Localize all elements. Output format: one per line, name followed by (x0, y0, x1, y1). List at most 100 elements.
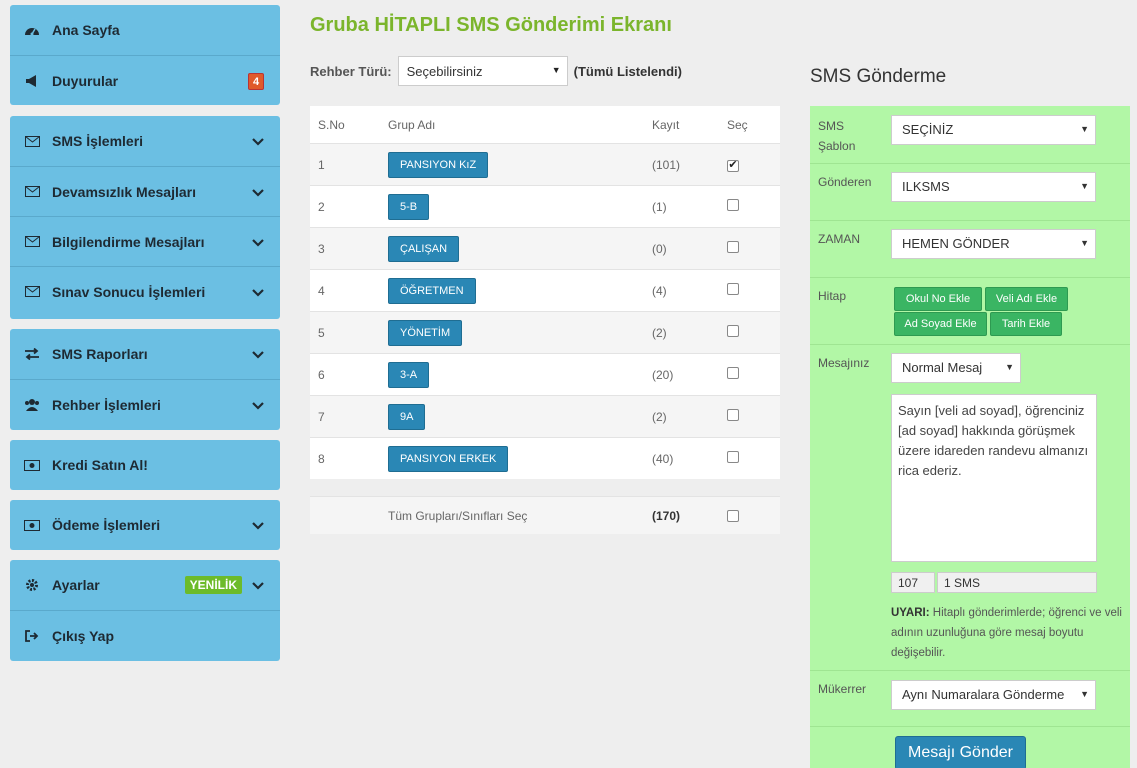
chevron-down-icon (252, 284, 264, 300)
sidebar-item-label: Ana Sayfa (52, 22, 120, 38)
sidebar-item-home[interactable]: Ana Sayfa (10, 5, 280, 55)
sms-panel: SMS Şablon SEÇİNİZ ▼ Gönderen ILKSMS ▼ Z… (810, 106, 1130, 768)
sidebar-item-exam[interactable]: Sınav Sonucu İşlemleri (10, 266, 280, 316)
chevron-down-icon (252, 397, 264, 413)
sms-panel-title: SMS Gönderme (810, 66, 947, 87)
sidebar-item-sms-ops[interactable]: SMS İşlemleri (10, 116, 280, 166)
sidebar-item-label: Rehber İşlemleri (52, 396, 161, 413)
sidebar-group-settings: Ayarlar YENİLİK Çıkış Yap (10, 560, 280, 661)
row-checkbox[interactable] (727, 241, 739, 253)
dropdown-arrow-icon: ▼ (1080, 238, 1089, 248)
chevron-down-icon (252, 577, 264, 593)
time-label: ZAMAN (818, 232, 860, 246)
chevron-down-icon (252, 346, 264, 362)
row-no: 1 (318, 157, 325, 172)
new-badge: YENİLİK (184, 576, 242, 594)
sidebar-item-credit[interactable]: Kredi Satın Al! (10, 440, 280, 490)
add-parent-name-button[interactable]: Veli Adı Ekle (985, 287, 1068, 311)
chevron-down-icon (252, 133, 264, 149)
sidebar-group-payment: Ödeme İşlemleri (10, 500, 280, 550)
row-checkbox[interactable] (727, 325, 739, 337)
total-count: (170) (652, 509, 681, 523)
message-textarea[interactable]: Sayın [veli ad soyad], öğrenciniz [ad so… (891, 394, 1097, 562)
exchange-icon (24, 347, 40, 361)
sidebar-item-label: Bilgilendirme Mesajları (52, 233, 205, 250)
table-header: S.No Grup Adı Kayıt Seç (310, 106, 780, 143)
table-row: 4 ÖĞRETMEN (4) (310, 269, 780, 311)
sidebar-item-label: Çıkış Yap (52, 627, 115, 644)
users-icon (24, 398, 40, 412)
group-button[interactable]: ÇALIŞAN (388, 235, 460, 262)
header-select: Seç (727, 117, 748, 132)
send-message-button[interactable]: Mesajı Gönder (895, 736, 1026, 768)
row-no: 4 (318, 283, 325, 298)
group-button[interactable]: PANSIYON ERKEK (388, 445, 509, 472)
sidebar-group-reports: SMS Raporları Rehber İşlemleri (10, 329, 280, 430)
group-button[interactable]: 3-A (388, 361, 430, 388)
sidebar-item-announcements[interactable]: Duyurular 4 (10, 55, 280, 105)
repeat-select[interactable]: Aynı Numaralara Gönderme ▼ (891, 680, 1096, 710)
megaphone-icon (24, 74, 40, 88)
sidebar-item-reports[interactable]: SMS Raporları (10, 329, 280, 379)
sender-select[interactable]: ILKSMS ▼ (891, 172, 1096, 202)
group-button[interactable]: ÖĞRETMEN (388, 277, 476, 304)
add-name-surname-button[interactable]: Ad Soyad Ekle (894, 312, 987, 336)
sender-label: Gönderen (818, 175, 872, 189)
sidebar-item-info[interactable]: Bilgilendirme Mesajları (10, 216, 280, 266)
row-checkbox[interactable] (727, 199, 739, 211)
row-count: (40) (652, 451, 674, 466)
sidebar-item-label: Ödeme İşlemleri (52, 517, 161, 533)
header-group-name: Grup Adı (388, 117, 436, 132)
row-count: (101) (652, 157, 681, 172)
sidebar-item-settings[interactable]: Ayarlar YENİLİK (10, 560, 280, 610)
dashboard-icon (24, 23, 40, 37)
sidebar-item-label: Kredi Satın Al! (52, 457, 148, 473)
header-count: Kayıt (652, 117, 680, 132)
gear-icon (24, 578, 40, 592)
hitap-label: Hitap (818, 289, 847, 303)
group-button[interactable]: 5-B (388, 193, 430, 220)
add-date-button[interactable]: Tarih Ekle (990, 312, 1062, 336)
page-title: Gruba HİTAPLI SMS Gönderimi Ekranı (310, 14, 672, 36)
envelope-icon (24, 134, 40, 148)
row-checkbox[interactable] (727, 367, 739, 379)
row-no: 6 (318, 367, 325, 382)
row-checkbox[interactable] (727, 451, 739, 463)
sidebar-item-absence[interactable]: Devamsızlık Mesajları (10, 166, 280, 216)
dropdown-arrow-icon: ▼ (551, 65, 561, 75)
row-no: 7 (318, 409, 325, 424)
chevron-down-icon (252, 184, 264, 200)
add-school-no-button[interactable]: Okul No Ekle (894, 287, 982, 311)
table-row: 3 ÇALIŞAN (0) (310, 227, 780, 269)
rehber-list-note: (Tümü Listelendi) (573, 63, 682, 79)
chevron-down-icon (252, 234, 264, 250)
sms-count: 1 SMS (937, 572, 1097, 593)
header-no: S.No (318, 117, 345, 132)
money-icon (24, 518, 40, 532)
group-table: S.No Grup Adı Kayıt Seç 1 PANSIYON KıZ (… (310, 106, 780, 479)
money-icon (24, 458, 40, 472)
select-all-checkbox[interactable] (727, 510, 739, 522)
row-checkbox[interactable] (727, 283, 739, 295)
sidebar-item-contacts[interactable]: Rehber İşlemleri (10, 379, 280, 429)
row-count: (4) (652, 283, 667, 298)
row-count: (0) (652, 241, 667, 256)
message-type-select[interactable]: Normal Mesaj ▼ (891, 353, 1021, 383)
sidebar-item-logout[interactable]: Çıkış Yap (10, 610, 280, 660)
sidebar-item-label: Ayarlar (52, 577, 100, 593)
row-checkbox[interactable] (727, 409, 739, 421)
template-select[interactable]: SEÇİNİZ ▼ (891, 115, 1096, 145)
sidebar-item-label: Duyurular (52, 72, 119, 89)
row-count: (2) (652, 325, 667, 340)
rehber-type-select[interactable]: Seçebilirsiniz ▼ (397, 56, 568, 86)
row-no: 2 (318, 199, 325, 214)
repeat-label: Mükerrer (818, 682, 867, 696)
row-checkbox[interactable]: ✔ (727, 159, 739, 172)
group-button[interactable]: 9A (388, 403, 426, 430)
group-button[interactable]: YÖNETİM (388, 319, 463, 346)
template-label: SMS Şablon (818, 119, 856, 153)
group-button[interactable]: PANSIYON KıZ (388, 151, 489, 178)
dropdown-arrow-icon: ▼ (1080, 124, 1089, 134)
time-select[interactable]: HEMEN GÖNDER ▼ (891, 229, 1096, 259)
sidebar-item-payment[interactable]: Ödeme İşlemleri (10, 500, 280, 550)
